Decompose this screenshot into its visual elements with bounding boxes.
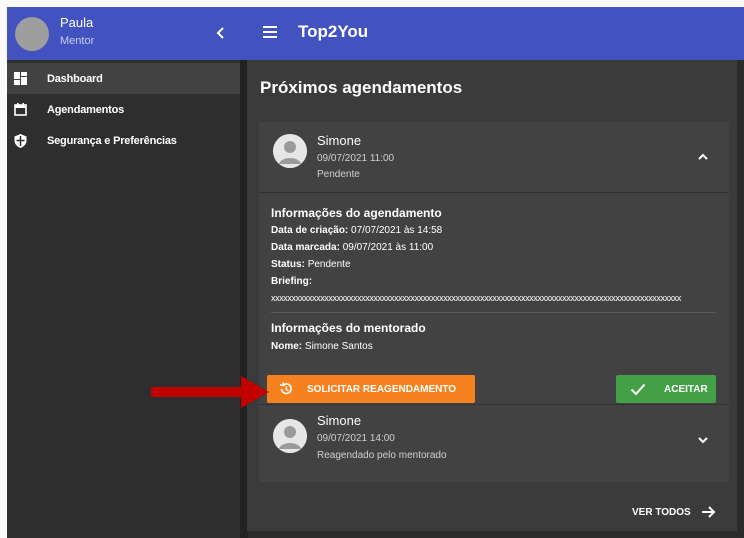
appointment-datetime: 09/07/2021 14:00 [317, 433, 395, 444]
request-reschedule-button[interactable]: SOLICITAR REAGENDAMENTO [267, 375, 475, 403]
sidebar-item-dashboard[interactable]: Dashboard [7, 63, 240, 94]
status-label: Status: [271, 259, 305, 270]
person-avatar-icon [273, 134, 307, 168]
chevron-left-icon [216, 27, 224, 39]
mentee-name-value: Simone Santos [304, 341, 373, 352]
sidebar-item-seguranca[interactable]: Segurança e Preferências [7, 125, 240, 156]
appointment-panel: Simone 09/07/2021 11:00 Pendente Informa… [259, 122, 729, 404]
user-name: Paula [60, 15, 94, 30]
user-role: Mentor [60, 35, 95, 47]
sidebar: Paula Mentor Dashboard Agendamentos Segu… [7, 7, 240, 538]
upcoming-appointments-card: Próximos agendamentos Simone 09/07/2021 … [247, 60, 737, 531]
menu-icon[interactable] [263, 24, 279, 40]
arrow-right-icon [701, 506, 716, 518]
app-title: Top2You [298, 22, 369, 41]
collapse-sidebar-button[interactable] [212, 24, 230, 42]
shield-icon [13, 133, 27, 148]
history-icon [279, 382, 293, 396]
person-avatar-icon [273, 419, 307, 453]
view-all-label: VER TODOS [632, 506, 691, 518]
appointment-info-title: Informações do agendamento [271, 206, 442, 220]
appointment-panel[interactable]: Simone 09/07/2021 14:00 Reagendado pelo … [259, 404, 729, 482]
appointment-status: Reagendado pelo mentorado [317, 450, 447, 461]
status-line: Status: Pendente [271, 259, 351, 270]
card-title: Próximos agendamentos [260, 78, 463, 97]
divider [259, 192, 729, 193]
status-value: Pendente [307, 259, 351, 270]
mentee-name-label: Nome: [271, 341, 303, 352]
briefing-value: xxxxxxxxxxxxxxxxxxxxxxxxxxxxxxxxxxxxxxxx… [271, 293, 682, 303]
top-app-bar: Top2You [240, 7, 744, 60]
sidebar-header: Paula Mentor [7, 7, 240, 60]
briefing-line: Briefing: [271, 276, 312, 287]
scheduled-label: Data marcada: [271, 242, 340, 253]
calendar-icon [13, 103, 27, 117]
sidebar-item-agendamentos[interactable]: Agendamentos [7, 94, 240, 125]
chevron-up-icon[interactable] [695, 149, 711, 165]
accept-button[interactable]: ACEITAR [616, 375, 716, 403]
appointment-status: Pendente [317, 169, 360, 180]
chevron-down-icon[interactable] [695, 432, 711, 448]
appointment-name: Simone [317, 413, 362, 428]
check-icon [630, 382, 646, 396]
sidebar-nav: Dashboard Agendamentos Segurança e Prefe… [7, 63, 240, 156]
annotation-arrow-icon [151, 376, 269, 408]
accept-label: ACEITAR [664, 383, 708, 395]
created-label: Data de criação: [271, 225, 349, 236]
request-reschedule-label: SOLICITAR REAGENDAMENTO [307, 383, 457, 395]
view-all-button[interactable]: VER TODOS [632, 502, 717, 522]
sidebar-item-label: Dashboard [47, 72, 103, 85]
sidebar-item-label: Segurança e Preferências [47, 134, 177, 147]
created-date-line: Data de criação: 07/07/2021 às 14:58 [271, 225, 442, 236]
created-value: 07/07/2021 às 14:58 [351, 225, 443, 236]
mentee-info-title: Informações do mentorado [271, 321, 426, 335]
avatar[interactable] [15, 17, 49, 51]
mentee-name-line: Nome: Simone Santos [271, 341, 373, 352]
appointment-header[interactable]: Simone 09/07/2021 11:00 Pendente [259, 122, 729, 192]
briefing-label: Briefing: [271, 276, 313, 287]
appointment-name: Simone [317, 133, 362, 148]
divider [271, 312, 716, 313]
scheduled-value: 09/07/2021 às 11:00 [342, 242, 434, 253]
appointment-datetime: 09/07/2021 11:00 [317, 153, 395, 164]
sidebar-item-label: Agendamentos [47, 103, 125, 116]
scheduled-date-line: Data marcada: 09/07/2021 às 11:00 [271, 242, 433, 253]
dashboard-icon [13, 72, 27, 86]
